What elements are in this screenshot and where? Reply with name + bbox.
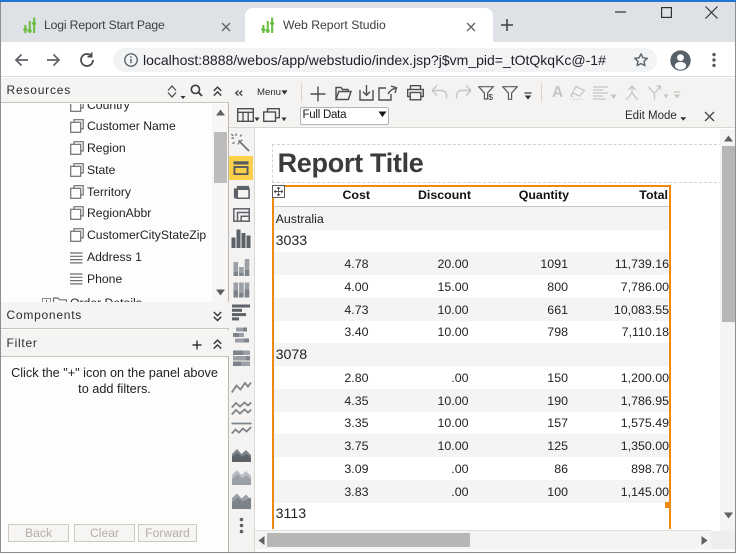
svg-text:$: $ (488, 92, 493, 100)
